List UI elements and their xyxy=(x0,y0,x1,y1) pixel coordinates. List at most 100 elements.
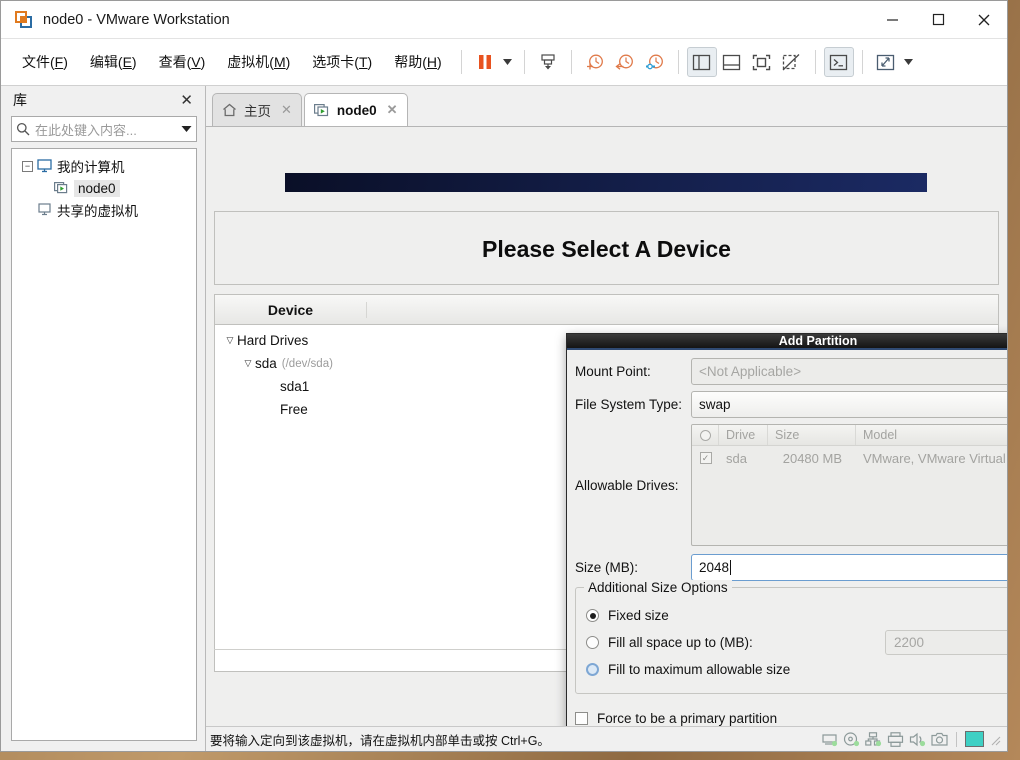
radio-icon[interactable] xyxy=(692,425,719,445)
snapshot-manager-icon[interactable] xyxy=(640,47,670,77)
cd-dvd-icon[interactable] xyxy=(843,731,860,747)
close-icon[interactable]: ✕ xyxy=(176,91,197,110)
guest-screen[interactable]: Please Select A Device Device ▽ Hard Dri… xyxy=(206,126,1007,726)
drive-checkbox[interactable]: ✓ xyxy=(692,452,719,464)
chevron-down-icon[interactable] xyxy=(181,125,192,133)
drive-size: 20480 MB xyxy=(782,450,842,466)
menu-edit[interactable]: 编辑(E) xyxy=(79,47,148,77)
file-system-type-row: File System Type: swap xyxy=(575,391,1007,418)
snapshot-take-icon[interactable] xyxy=(580,47,610,77)
main-split: 库 ✕ 在此处键入内容... − 我的计算机 node0 共享的虚拟机 主页 ✕… xyxy=(1,86,1007,751)
expander-icon[interactable]: ▽ xyxy=(241,358,255,369)
tree-item-shared-vms[interactable]: 共享的虚拟机 xyxy=(12,199,196,221)
installer-heading: Please Select A Device xyxy=(482,236,731,262)
allowable-drives-row: Allowable Drives: Drive Size Model ✓ sda… xyxy=(575,424,1007,546)
console-icon[interactable] xyxy=(823,47,854,77)
close-icon[interactable]: ✕ xyxy=(387,102,398,118)
library-tree[interactable]: − 我的计算机 node0 共享的虚拟机 xyxy=(11,148,197,741)
tab-home[interactable]: 主页 ✕ xyxy=(212,93,302,126)
expander-icon[interactable]: − xyxy=(22,160,33,172)
pause-icon[interactable] xyxy=(470,47,500,77)
menu-edit-text: 编辑( xyxy=(89,54,123,70)
menu-help-tail: ) xyxy=(437,54,442,70)
file-system-type-value: swap xyxy=(699,397,731,412)
radio-icon[interactable] xyxy=(586,636,599,649)
radio-icon[interactable] xyxy=(586,609,599,622)
column-header-model[interactable]: Model xyxy=(856,425,1007,445)
show-thumbnail-bar-icon[interactable] xyxy=(717,47,747,77)
fill-up-to-input[interactable]: 2200 xyxy=(885,630,1007,655)
mount-point-combobox[interactable]: <Not Applicable> xyxy=(691,358,1007,385)
search-input[interactable]: 在此处键入内容... xyxy=(11,116,197,142)
maximize-icon[interactable] xyxy=(915,1,961,38)
camera-icon[interactable] xyxy=(931,732,948,747)
mount-point-row: Mount Point: <Not Applicable> xyxy=(575,358,1007,385)
option-fill-all-space-up-to[interactable]: Fill all space up to (MB): 2200 xyxy=(586,629,1007,656)
column-header-device[interactable]: Device xyxy=(215,301,367,318)
network-adapter-icon[interactable] xyxy=(865,731,882,747)
vm-running-icon xyxy=(313,103,329,116)
force-primary-partition-checkbox[interactable] xyxy=(575,712,588,725)
tree-item-node0[interactable]: node0 xyxy=(12,177,196,199)
size-input[interactable]: 2048 xyxy=(691,554,1007,581)
menu-view[interactable]: 查看(V) xyxy=(148,47,217,77)
drive-row[interactable]: ✓ sda 20480 MB VMware, VMware Virtual S xyxy=(692,446,1007,470)
display-icon[interactable] xyxy=(965,731,984,747)
menu-vm-text: 虚拟机( xyxy=(227,54,274,70)
status-device-icons xyxy=(821,731,984,747)
column-header-drive[interactable]: Drive xyxy=(719,425,768,445)
printer-icon[interactable] xyxy=(887,731,904,747)
device-label: sda xyxy=(255,356,277,371)
additional-size-options-legend: Additional Size Options xyxy=(584,580,732,595)
hard-disk-icon[interactable] xyxy=(821,732,838,747)
send-ctrl-alt-del-icon[interactable] xyxy=(533,47,563,77)
option-fixed-size[interactable]: Fixed size xyxy=(586,602,1007,629)
radio-icon[interactable] xyxy=(586,663,599,676)
menu-help-text: 帮助( xyxy=(394,54,427,70)
size-label: Size (MB): xyxy=(575,560,639,575)
minimize-icon[interactable] xyxy=(869,1,915,38)
menu-file-tail: ) xyxy=(63,54,68,70)
expander-icon[interactable]: ▽ xyxy=(223,335,237,346)
tree-label: node0 xyxy=(74,179,120,197)
resize-grip-icon[interactable] xyxy=(988,733,1001,746)
menu-view-tail: ) xyxy=(200,54,206,70)
menu-help[interactable]: 帮助(H) xyxy=(383,47,452,77)
content-area: 主页 ✕ node0 ✕ Please Select A Device Devi… xyxy=(206,86,1007,751)
stretch-icon[interactable] xyxy=(871,47,901,77)
file-system-type-combobox[interactable]: swap xyxy=(691,391,1007,418)
option-fill-to-maximum[interactable]: Fill to maximum allowable size xyxy=(586,656,1007,683)
tab-label: 主页 xyxy=(244,104,271,119)
full-screen-icon[interactable] xyxy=(747,47,777,77)
close-icon[interactable]: ✕ xyxy=(281,102,292,118)
show-library-icon[interactable] xyxy=(686,47,717,77)
vmware-icon xyxy=(15,10,33,29)
tree-item-my-computer[interactable]: − 我的计算机 xyxy=(12,155,196,177)
unity-mode-icon[interactable] xyxy=(777,47,807,77)
snapshot-revert-icon[interactable] xyxy=(610,47,640,77)
dialog-titlebar: Add Partition xyxy=(567,334,1007,350)
menu-edit-accel: E xyxy=(122,54,132,70)
menu-view-accel: V xyxy=(191,54,201,70)
tab-node0[interactable]: node0 ✕ xyxy=(303,93,408,126)
device-table-header: Device xyxy=(215,295,998,325)
pause-dropdown-caret[interactable] xyxy=(500,47,516,77)
window-titlebar: node0 - VMware Workstation xyxy=(1,1,1007,39)
device-label: sda1 xyxy=(280,379,310,394)
allowable-drives-list[interactable]: Drive Size Model ✓ sda 20480 MB VMware, … xyxy=(691,424,1007,546)
menu-vm-accel: M xyxy=(273,54,286,70)
stretch-dropdown-caret[interactable] xyxy=(901,47,917,77)
additional-size-options-group: Additional Size Options Fixed size Fill … xyxy=(575,580,1007,694)
toolbar-divider xyxy=(677,50,679,74)
toolbar-divider xyxy=(460,50,462,74)
menu-vm-tail: ) xyxy=(285,54,291,70)
sound-card-icon[interactable] xyxy=(909,732,926,747)
column-header-size[interactable]: Size xyxy=(768,425,856,445)
close-icon[interactable] xyxy=(961,1,1007,38)
force-primary-partition-row[interactable]: Force to be a primary partition xyxy=(575,705,1007,726)
menu-vm[interactable]: 虚拟机(M) xyxy=(216,47,301,77)
vm-running-icon xyxy=(54,182,68,194)
menu-file[interactable]: 文件(F) xyxy=(11,47,79,77)
statusbar: 要将输入定向到该虚拟机，请在虚拟机内部单击或按 Ctrl+G。 xyxy=(206,726,1007,751)
menu-tabs[interactable]: 选项卡(T) xyxy=(301,47,383,77)
